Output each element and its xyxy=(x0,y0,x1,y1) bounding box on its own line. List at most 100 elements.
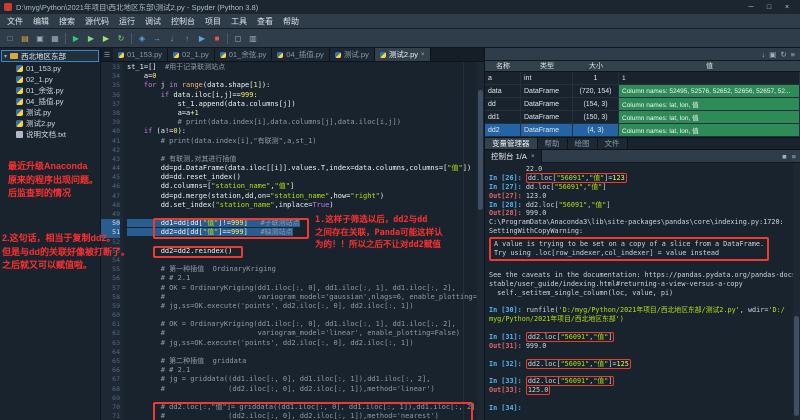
file-name: 04_插值.py xyxy=(26,96,64,107)
run-cell-advance-icon[interactable]: ▶ xyxy=(99,31,113,45)
code-area[interactable]: st_1=[] #用于记录联测站点 a=0 for j in range(dat… xyxy=(123,62,484,420)
menu-tools[interactable]: 工具 xyxy=(226,16,252,27)
column-header-value[interactable]: 值 xyxy=(619,61,800,71)
open-file-icon[interactable]: ▤ xyxy=(18,31,32,45)
menu-consoles[interactable]: 控制台 xyxy=(166,16,200,27)
project-file-02_1.py[interactable]: 02_1.py xyxy=(0,74,100,85)
column-header-size[interactable]: 大小 xyxy=(573,61,619,71)
project-root-item[interactable]: ▾ 西北地区东部 xyxy=(1,50,99,62)
refresh-icon[interactable]: ↻ xyxy=(780,50,786,59)
project-file-说明文档.txt[interactable]: 说明文档.txt xyxy=(0,129,100,140)
menu-search[interactable]: 搜索 xyxy=(54,16,80,27)
project-file-01_153.py[interactable]: 01_153.py xyxy=(0,63,100,74)
cell-name: dd xyxy=(485,98,521,110)
project-file-01_余弦.py[interactable]: 01_余弦.py xyxy=(0,85,100,96)
options-menu-icon[interactable]: ≡ xyxy=(792,152,796,161)
pane-tab-文件[interactable]: 文件 xyxy=(598,138,628,149)
input-prompt: In [33]: xyxy=(489,377,526,385)
debug-icon[interactable]: ◈ xyxy=(135,31,149,45)
variable-row-dd[interactable]: ddDataFrame(154, 3)Column names: lat, lo… xyxy=(485,98,800,111)
variable-row-data[interactable]: dataDataFrame(720, 154)Column names: 524… xyxy=(485,85,800,98)
run-cell-icon[interactable]: ▶ xyxy=(84,31,98,45)
rerun-cell-icon[interactable]: ↻ xyxy=(114,31,128,45)
editor-tab-01_余弦.py[interactable]: 01_余弦.py xyxy=(215,48,273,61)
console-tab[interactable]: 控制台 1/A × xyxy=(485,150,542,163)
menu-edit[interactable]: 编辑 xyxy=(28,16,54,27)
console-tab-bar: 控制台 1/A × ■ ≡ xyxy=(485,150,800,163)
layout-icon[interactable]: ▥ xyxy=(246,31,260,45)
input-prompt: In [26]: xyxy=(489,174,526,182)
console-line: In [27]: dd.loc["56091","值"] xyxy=(489,183,800,192)
console-line xyxy=(489,395,800,404)
import-data-icon[interactable]: ↓ xyxy=(761,50,765,59)
editor-body[interactable]: 3334353637383940414243444546474849505152… xyxy=(101,62,484,420)
maximize-pane-icon[interactable]: ◻ xyxy=(231,31,245,45)
output-prompt: Out[28]: xyxy=(489,209,526,217)
editor-tab-01_153.py[interactable]: 01_153.py xyxy=(113,48,168,61)
project-file-04_插值.py[interactable]: 04_插值.py xyxy=(0,96,100,107)
save-data-icon[interactable]: ▣ xyxy=(769,50,776,59)
spyder-app-icon xyxy=(4,3,12,11)
project-file-测试2.py[interactable]: 测试2.py xyxy=(0,118,100,129)
console-line: In [28]: dd2.loc["56091","值"] xyxy=(489,201,800,210)
column-header-name[interactable]: 名称 xyxy=(485,61,521,71)
code-line: # 第二种插值 griddata xyxy=(127,357,484,366)
options-menu-icon[interactable]: ≡ xyxy=(791,50,795,59)
line-number: 66 xyxy=(101,366,120,375)
line-number: 40 xyxy=(101,127,120,136)
save-icon[interactable]: ▣ xyxy=(33,31,47,45)
input-prompt: In [30]: xyxy=(489,306,526,314)
console-body[interactable]: 22.0In [26]: dd.loc["56091","值"]=123In [… xyxy=(485,163,800,420)
pane-tab-帮助[interactable]: 帮助 xyxy=(538,138,568,149)
step-return-icon[interactable]: ↑ xyxy=(180,31,194,45)
line-number: 59 xyxy=(101,302,120,311)
cell-size: (150, 3) xyxy=(573,111,619,123)
editor-scrollbar[interactable] xyxy=(477,62,484,420)
menu-projects[interactable]: 项目 xyxy=(200,16,226,27)
tree-expand-caret-icon[interactable]: ▾ xyxy=(4,53,7,60)
editor-tab-02_1.py[interactable]: 02_1.py xyxy=(168,48,215,61)
menu-view[interactable]: 查看 xyxy=(252,16,278,27)
line-number: 46 xyxy=(101,182,120,191)
variable-row-a[interactable]: aint11 xyxy=(485,72,800,85)
menu-help[interactable]: 帮助 xyxy=(278,16,304,27)
toolbar-separator xyxy=(131,33,132,44)
interrupt-icon[interactable]: ■ xyxy=(782,152,787,161)
python-file-icon xyxy=(380,52,386,58)
line-number: 61 xyxy=(101,320,120,329)
menu-file[interactable]: 文件 xyxy=(2,16,28,27)
step-over-icon[interactable]: → xyxy=(150,31,164,45)
save-all-icon[interactable]: ▦ xyxy=(48,31,62,45)
python-file-icon xyxy=(173,52,179,58)
code-line: dd.set_index("station_name",inplace=True… xyxy=(127,201,484,210)
project-file-测试.py[interactable]: 测试.py xyxy=(0,107,100,118)
editor-scrollbar-thumb[interactable] xyxy=(478,90,483,210)
pane-tab-变量管理器[interactable]: 变量管理器 xyxy=(485,138,538,149)
close-icon[interactable]: × xyxy=(421,52,425,58)
pane-tab-绘图[interactable]: 绘图 xyxy=(568,138,598,149)
code-line: a=0 xyxy=(127,72,484,81)
stop-icon[interactable]: ■ xyxy=(210,31,224,45)
close-button[interactable]: × xyxy=(778,1,796,13)
menu-run[interactable]: 运行 xyxy=(114,16,140,27)
new-file-icon[interactable]: □ xyxy=(3,31,17,45)
console-scrollbar-thumb[interactable] xyxy=(794,316,799,416)
menu-source[interactable]: 源代码 xyxy=(80,16,114,27)
maximize-button[interactable]: □ xyxy=(760,1,778,13)
continue-icon[interactable]: ▶ xyxy=(195,31,209,45)
variable-row-dd1[interactable]: dd1DataFrame(150, 3)Column names: lat, l… xyxy=(485,111,800,124)
run-icon[interactable]: ▶ xyxy=(69,31,83,45)
close-icon[interactable]: × xyxy=(531,153,535,160)
console-line: Out[27]: 123.0 xyxy=(489,192,800,201)
editor-tab-测试2.py[interactable]: 测试2.py× xyxy=(375,48,431,61)
editor-tab-04_插值.py[interactable]: 04_插值.py xyxy=(272,48,330,61)
console-scrollbar[interactable] xyxy=(793,163,800,420)
menu-debug[interactable]: 调试 xyxy=(140,16,166,27)
code-line: dd=pd.merge(station,dd,on="station_name"… xyxy=(127,192,484,201)
browse-tabs-icon[interactable]: ☰ xyxy=(101,48,113,61)
variable-row-dd2[interactable]: dd2DataFrame(4, 3)Column names: lat, lon… xyxy=(485,124,800,137)
column-header-type[interactable]: 类型 xyxy=(521,61,573,71)
editor-tab-测试.py[interactable]: 测试.py xyxy=(330,48,375,61)
minimize-button[interactable]: ─ xyxy=(742,1,760,13)
step-into-icon[interactable]: ↓ xyxy=(165,31,179,45)
